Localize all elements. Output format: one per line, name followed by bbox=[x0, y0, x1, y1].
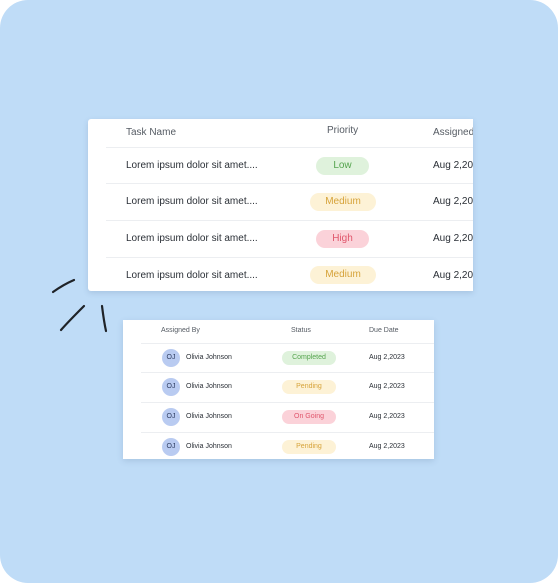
scribble-mark bbox=[51, 278, 108, 333]
table-row[interactable]: Lorem ipsum dolor sit amet.... High Aug … bbox=[106, 220, 473, 257]
avatar: OJ bbox=[162, 438, 180, 456]
assignee-name: Olivia Johnson bbox=[186, 354, 232, 361]
assignment-table: Assigned By Status Due Date OJ Olivia Jo… bbox=[123, 320, 434, 459]
assigned-date: Aug 2,2023 bbox=[433, 160, 473, 171]
status-badge: Completed bbox=[282, 351, 336, 365]
priority-badge: Low bbox=[316, 157, 369, 175]
assigned-date: Aug 2,2023 bbox=[433, 270, 473, 281]
table-row[interactable]: Lorem ipsum dolor sit amet.... Medium Au… bbox=[106, 257, 473, 291]
assigned-date: Aug 2,2023 bbox=[433, 196, 473, 207]
priority-badge: Medium bbox=[310, 193, 376, 211]
avatar: OJ bbox=[162, 349, 180, 367]
avatar: OJ bbox=[162, 408, 180, 426]
due-date: Aug 2,2023 bbox=[369, 413, 405, 420]
table-row[interactable]: OJ Olivia Johnson Pending Aug 2,2023 bbox=[141, 372, 434, 401]
status-badge: On Going bbox=[282, 410, 336, 424]
column-header-status[interactable]: Status bbox=[291, 327, 311, 334]
task-name: Lorem ipsum dolor sit amet.... bbox=[126, 160, 258, 171]
task-name: Lorem ipsum dolor sit amet.... bbox=[126, 196, 258, 207]
status-badge: Pending bbox=[282, 440, 336, 454]
task-table: Task Name Priority Assigned Lorem ipsum … bbox=[88, 119, 473, 291]
assignee-name: Olivia Johnson bbox=[186, 443, 232, 450]
background-canvas: Task Name Priority Assigned Lorem ipsum … bbox=[0, 0, 558, 583]
due-date: Aug 2,2023 bbox=[369, 354, 405, 361]
table-row[interactable]: Lorem ipsum dolor sit amet.... Medium Au… bbox=[106, 183, 473, 220]
task-name: Lorem ipsum dolor sit amet.... bbox=[126, 233, 258, 244]
status-badge: Pending bbox=[282, 380, 336, 394]
due-date: Aug 2,2023 bbox=[369, 383, 405, 390]
due-date: Aug 2,2023 bbox=[369, 443, 405, 450]
assignee-name: Olivia Johnson bbox=[186, 413, 232, 420]
assigned-date: Aug 2,2023 bbox=[433, 233, 473, 244]
column-header-due-date[interactable]: Due Date bbox=[369, 327, 399, 334]
avatar: OJ bbox=[162, 378, 180, 396]
column-header-priority[interactable]: Priority bbox=[327, 125, 358, 136]
priority-badge: Medium bbox=[310, 266, 376, 284]
column-header-assigned[interactable]: Assigned bbox=[433, 127, 473, 138]
table-row[interactable]: OJ Olivia Johnson Pending Aug 2,2023 bbox=[141, 432, 434, 459]
assignment-table-header: Assigned By Status Due Date bbox=[123, 320, 434, 342]
column-header-task-name[interactable]: Task Name bbox=[126, 127, 176, 138]
assignee-name: Olivia Johnson bbox=[186, 383, 232, 390]
table-row[interactable]: OJ Olivia Johnson On Going Aug 2,2023 bbox=[141, 402, 434, 431]
priority-badge: High bbox=[316, 230, 369, 248]
table-row[interactable]: OJ Olivia Johnson Completed Aug 2,2023 bbox=[141, 343, 434, 372]
table-row[interactable]: Lorem ipsum dolor sit amet.... Low Aug 2… bbox=[106, 147, 473, 184]
task-name: Lorem ipsum dolor sit amet.... bbox=[126, 270, 258, 281]
task-table-header: Task Name Priority Assigned bbox=[88, 119, 473, 147]
column-header-assigned-by[interactable]: Assigned By bbox=[161, 327, 200, 334]
